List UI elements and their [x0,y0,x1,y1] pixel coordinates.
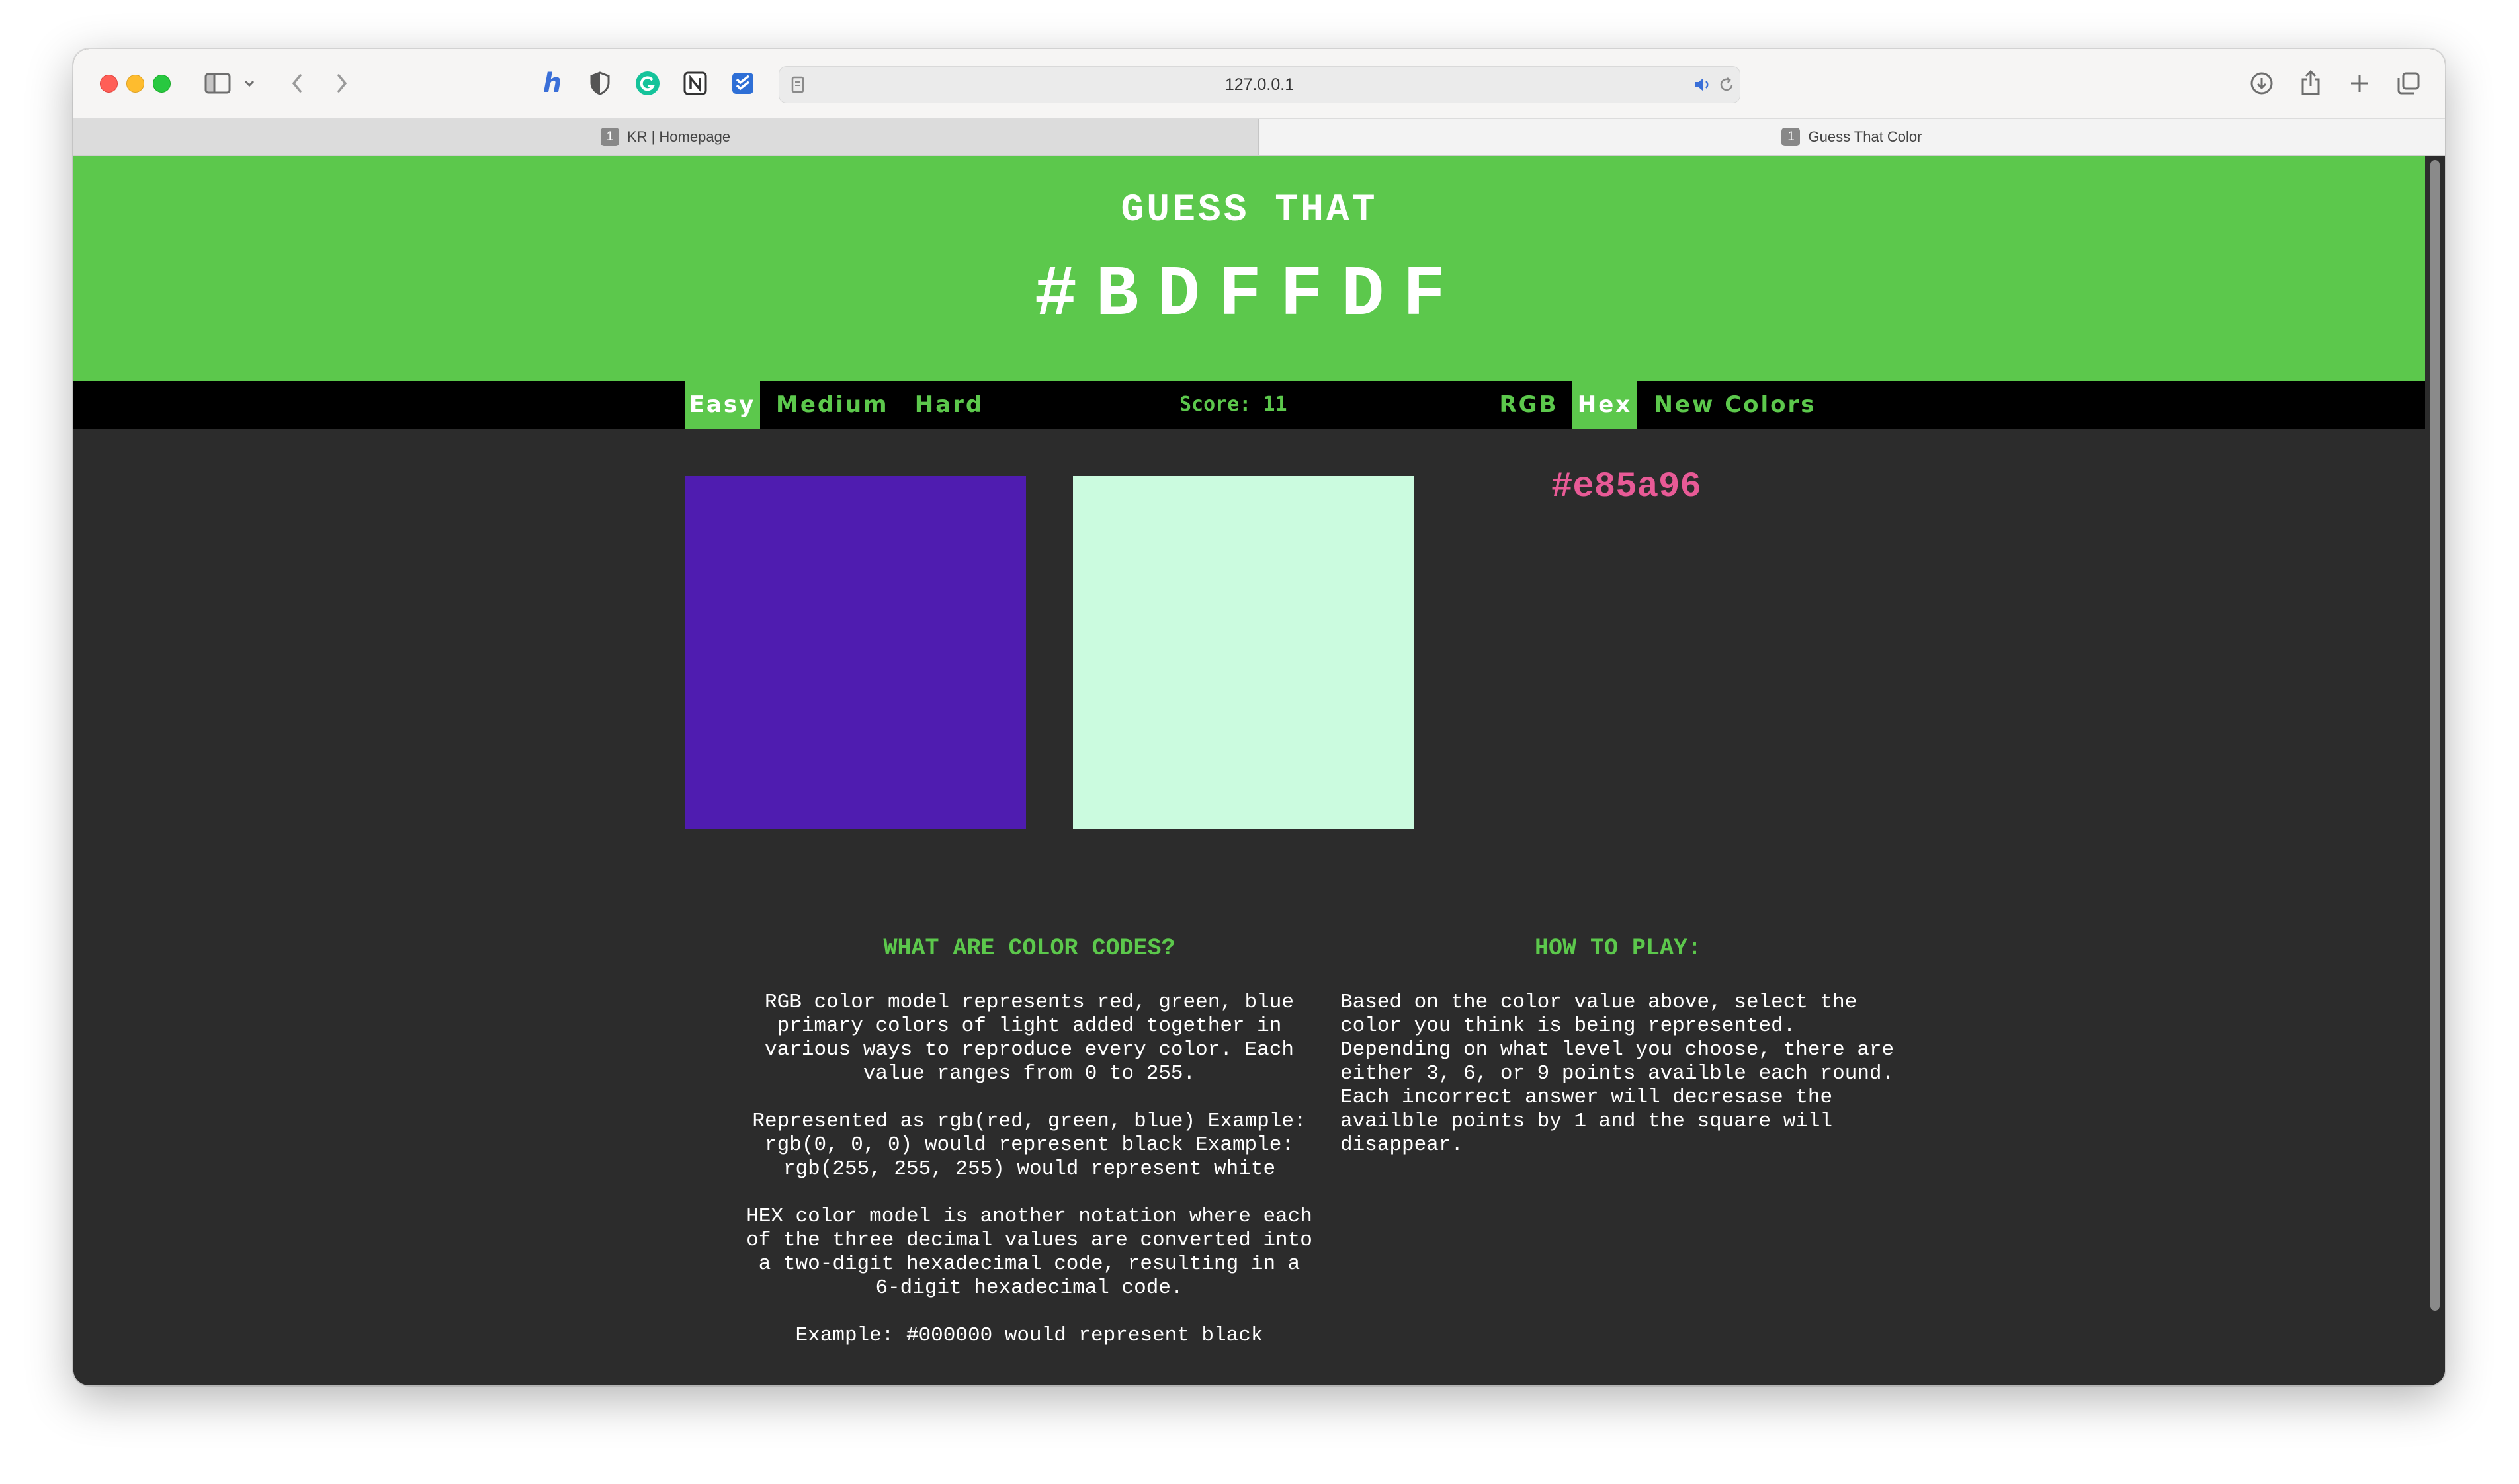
tab-overview-icon[interactable] [2394,69,2423,98]
back-icon[interactable] [284,69,310,98]
url-text: 127.0.0.1 [1224,75,1295,94]
zoom-window-button[interactable] [153,75,171,93]
share-icon[interactable] [2296,67,2325,98]
target-color-code: #BDFFDF [1034,255,1465,336]
new-colors-button[interactable]: New Colors [1649,381,1821,429]
tab-badge: 1 [1781,128,1801,146]
color-square[interactable] [685,476,1026,829]
tab-kr-homepage[interactable]: 1 KR | Homepage [73,119,1259,155]
tab-label: Guess That Color [1808,128,1922,145]
rgb-examples: Represented as rgb(red, green, blue) Exa… [752,1110,1306,1180]
scrollbar-thumb[interactable] [2430,160,2440,1311]
tab-guess-that-color[interactable]: 1 Guess That Color [1259,119,2445,155]
color-codes-explanation: RGB color model represents red, green, b… [745,991,1314,1372]
notion-extension-icon[interactable] [681,69,710,98]
tab-bar: 1 KR | Homepage 1 Guess That Color [73,119,2445,156]
downloads-icon[interactable] [2247,69,2276,98]
difficulty-easy-button[interactable]: Easy [685,381,760,429]
browser-window: h 127.0.0.1 1 KR | Homepage 1 Guess That… [73,49,2445,1385]
feedback-color-code: #e85a96 [1551,467,1701,507]
mode-hex-button[interactable]: Hex [1572,381,1637,429]
page-scrollbar[interactable] [2425,156,2445,1385]
tab-badge: 1 [600,128,619,146]
hypothesis-extension-icon[interactable]: h [538,68,567,99]
shield-extension-icon[interactable] [585,69,615,98]
forward-icon[interactable] [329,69,355,98]
grammarly-extension-icon[interactable] [633,69,662,98]
mode-rgb-button[interactable]: RGB [1490,381,1567,429]
rgb-description: RGB color model represents red, green, b… [765,991,1294,1085]
score-display: Score: 11 [1179,393,1287,416]
color-square[interactable] [1073,476,1414,829]
address-bar[interactable]: 127.0.0.1 [779,66,1740,103]
hex-example: Example: #000000 would represent black [795,1324,1263,1347]
minimize-window-button[interactable] [126,75,144,93]
game-nav: Easy Medium Hard Score: 11 RGB Hex New C… [73,381,2425,429]
browser-toolbar: h 127.0.0.1 [73,49,2445,119]
close-window-button[interactable] [100,75,118,93]
new-tab-icon[interactable] [2345,69,2374,98]
chevron-down-icon[interactable] [241,74,257,93]
how-to-play-heading: HOW TO PLAY: [1534,935,1702,962]
tasks-extension-icon[interactable] [728,69,757,98]
difficulty-hard-button[interactable]: Hard [910,381,989,429]
page-content: GUESS THAT #BDFFDF Easy Medium Hard Scor… [73,156,2425,1385]
header-subtitle: GUESS THAT [1121,189,1378,232]
hex-description: HEX color model is another notation wher… [746,1205,1312,1299]
speaker-icon[interactable] [1692,75,1712,94]
reload-icon[interactable] [1717,75,1736,94]
what-are-color-codes-heading: WHAT ARE COLOR CODES? [883,935,1175,962]
game-header: GUESS THAT #BDFFDF [73,156,2425,381]
sidebar-toggle-icon[interactable] [203,70,232,97]
tab-label: KR | Homepage [626,128,731,145]
difficulty-medium-button[interactable]: Medium [776,381,887,429]
how-to-play-text: Based on the color value above, select t… [1340,991,1895,1157]
